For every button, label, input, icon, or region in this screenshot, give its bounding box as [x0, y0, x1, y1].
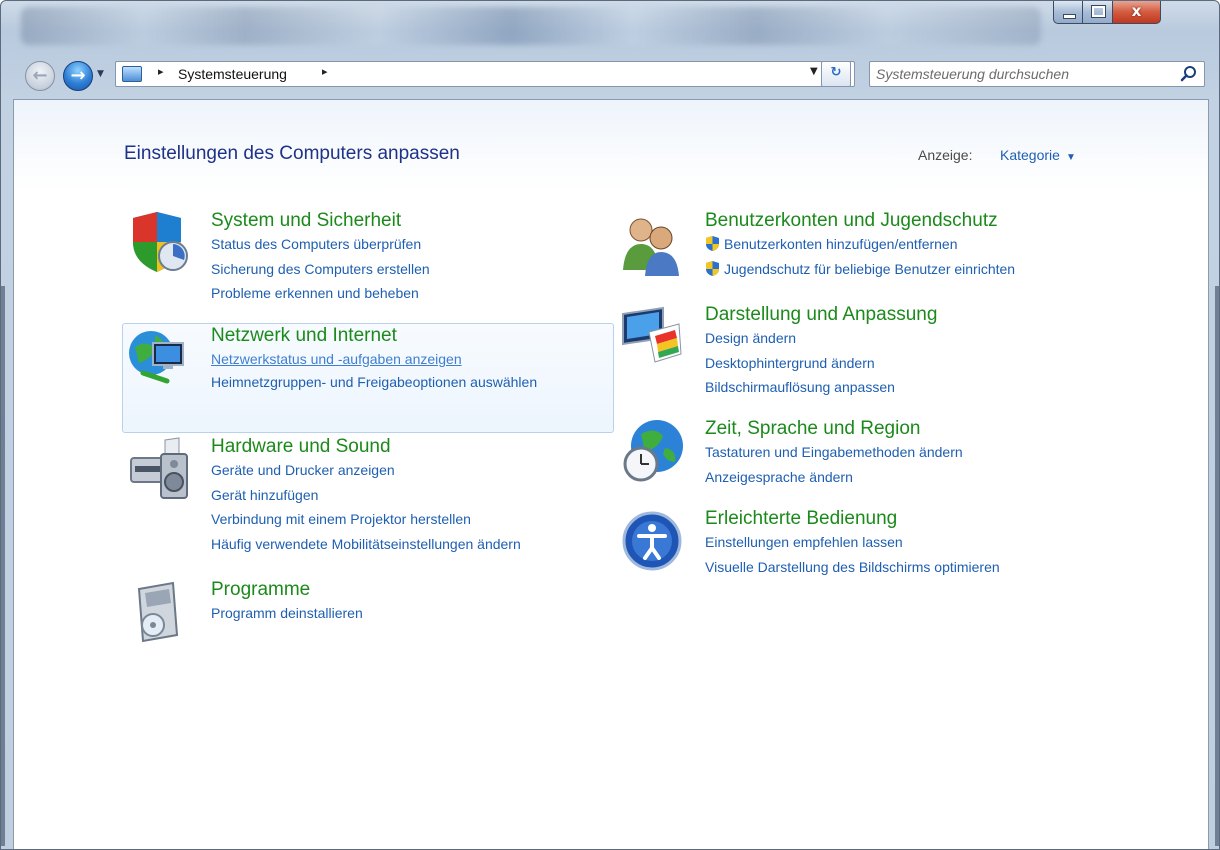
- title-bar-blur: [21, 7, 1041, 45]
- category-link[interactable]: Jugendschutz für beliebige Benutzer einr…: [705, 257, 1015, 282]
- back-arrow-icon: ←: [32, 65, 48, 86]
- users-icon: [623, 218, 679, 276]
- recent-pages-dropdown[interactable]: ▼: [97, 69, 109, 81]
- category-title[interactable]: Darstellung und Anpassung: [705, 304, 937, 326]
- category-link[interactable]: Probleme erkennen und beheben: [211, 281, 430, 306]
- view-by-dropdown[interactable]: Kategorie ▼: [1000, 147, 1076, 163]
- category-link[interactable]: Häufig verwendete Mobilitätseinstellunge…: [211, 532, 521, 557]
- page-title: Einstellungen des Computers anpassen: [124, 143, 460, 164]
- category-link[interactable]: Anzeigesprache ändern: [705, 465, 963, 490]
- programs-box-icon: [137, 581, 179, 643]
- category-appearance: Darstellung und Anpassung Design ändern …: [622, 304, 937, 400]
- category-link[interactable]: Visuelle Darstellung des Bildschirms opt…: [705, 555, 1000, 580]
- display-personalization-icon: [622, 306, 682, 363]
- category-title[interactable]: Benutzerkonten und Jugendschutz: [705, 210, 1015, 232]
- category-network-internet: Netzwerk und Internet Netzwerkstatus und…: [129, 325, 601, 392]
- category-link[interactable]: Benutzerkonten hinzufügen/entfernen: [705, 232, 1015, 257]
- category-link[interactable]: Tastaturen und Eingabemethoden ändern: [705, 440, 963, 465]
- category-link[interactable]: Verbindung mit einem Projektor herstelle…: [211, 507, 521, 532]
- category-link[interactable]: Geräte und Drucker anzeigen: [211, 458, 521, 483]
- search-icon[interactable]: [1180, 65, 1198, 83]
- accessibility-icon: [622, 511, 682, 571]
- breadcrumb-item[interactable]: Systemsteuerung: [178, 66, 287, 82]
- category-title[interactable]: Programme: [211, 579, 363, 601]
- chevron-down-icon: ▼: [1065, 152, 1076, 163]
- security-shield-icon: [133, 212, 188, 272]
- minimize-button[interactable]: [1053, 1, 1083, 24]
- window-left-edge: [1, 286, 5, 846]
- content-header: Einstellungen des Computers anpassen Anz…: [14, 100, 1208, 190]
- category-system-security: System und Sicherheit Status des Compute…: [133, 210, 430, 306]
- refresh-icon: ↻: [830, 65, 842, 80]
- category-link[interactable]: Design ändern: [705, 326, 937, 351]
- category-link[interactable]: Sicherung des Computers erstellen: [211, 257, 430, 282]
- category-hardware-sound: Hardware und Sound Geräte und Drucker an…: [130, 436, 521, 557]
- close-icon: x: [1131, 2, 1142, 20]
- printer-speaker-icon: [130, 437, 188, 499]
- category-link[interactable]: Programm deinstallieren: [211, 601, 363, 626]
- category-link[interactable]: Netzwerkstatus und -aufgaben anzeigen: [211, 347, 601, 372]
- view-by-value: Kategorie: [1000, 147, 1060, 163]
- refresh-button[interactable]: ↻: [821, 61, 851, 87]
- category-title[interactable]: Netzwerk und Internet: [211, 325, 601, 347]
- breadcrumb-separator-icon[interactable]: ▸: [158, 65, 164, 78]
- content-pane: Einstellungen des Computers anpassen Anz…: [13, 99, 1209, 849]
- forward-button[interactable]: →: [63, 61, 93, 91]
- back-button[interactable]: ←: [25, 61, 55, 91]
- control-panel-window: x ← → ▼ ▸ Systemsteuerung ▸ ▼ ↻ Einstell…: [0, 0, 1220, 850]
- category-title[interactable]: Hardware und Sound: [211, 436, 521, 458]
- category-link[interactable]: Bildschirmauflösung anpassen: [705, 375, 937, 400]
- category-link[interactable]: Desktophintergrund ändern: [705, 351, 937, 376]
- search-input[interactable]: [876, 65, 1166, 83]
- category-title[interactable]: System und Sicherheit: [211, 210, 430, 232]
- category-link[interactable]: Heimnetzgruppen- und Freigabeoptionen au…: [211, 372, 601, 392]
- category-title[interactable]: Erleichterte Bedienung: [705, 508, 1000, 530]
- control-panel-icon: [122, 66, 142, 82]
- category-link-label: Jugendschutz für beliebige Benutzer einr…: [724, 260, 1016, 277]
- address-dropdown-icon[interactable]: ▼: [810, 66, 818, 77]
- breadcrumb-separator-icon[interactable]: ▸: [322, 65, 328, 78]
- category-link-label: Benutzerkonten hinzufügen/entfernen: [724, 236, 958, 252]
- maximize-button[interactable]: [1083, 1, 1113, 24]
- category-link[interactable]: Status des Computers überprüfen: [211, 232, 430, 257]
- view-label: Anzeige:: [918, 147, 973, 163]
- globe-clock-icon: [623, 420, 683, 482]
- network-globe-icon: [129, 331, 184, 384]
- search-box[interactable]: [869, 61, 1205, 87]
- window-right-edge: [1215, 286, 1219, 846]
- category-time-language: Zeit, Sprache und Region Tastaturen und …: [623, 418, 963, 490]
- category-link[interactable]: Gerät hinzufügen: [211, 483, 521, 508]
- category-accessibility: Erleichterte Bedienung Einstellungen emp…: [622, 508, 1000, 580]
- address-bar[interactable]: ▸ Systemsteuerung ▸ ▼: [115, 61, 855, 87]
- category-title[interactable]: Zeit, Sprache und Region: [705, 418, 963, 440]
- uac-shield-icon: [706, 236, 719, 251]
- close-button[interactable]: x: [1113, 1, 1161, 24]
- forward-arrow-icon: →: [70, 65, 86, 86]
- category-programs: Programme Programm deinstallieren: [137, 579, 363, 643]
- category-user-accounts: Benutzerkonten und Jugendschutz Benutzer…: [623, 210, 1015, 282]
- uac-shield-icon: [706, 260, 719, 276]
- category-link[interactable]: Einstellungen empfehlen lassen: [705, 530, 1000, 555]
- title-bar[interactable]: x: [1, 1, 1219, 51]
